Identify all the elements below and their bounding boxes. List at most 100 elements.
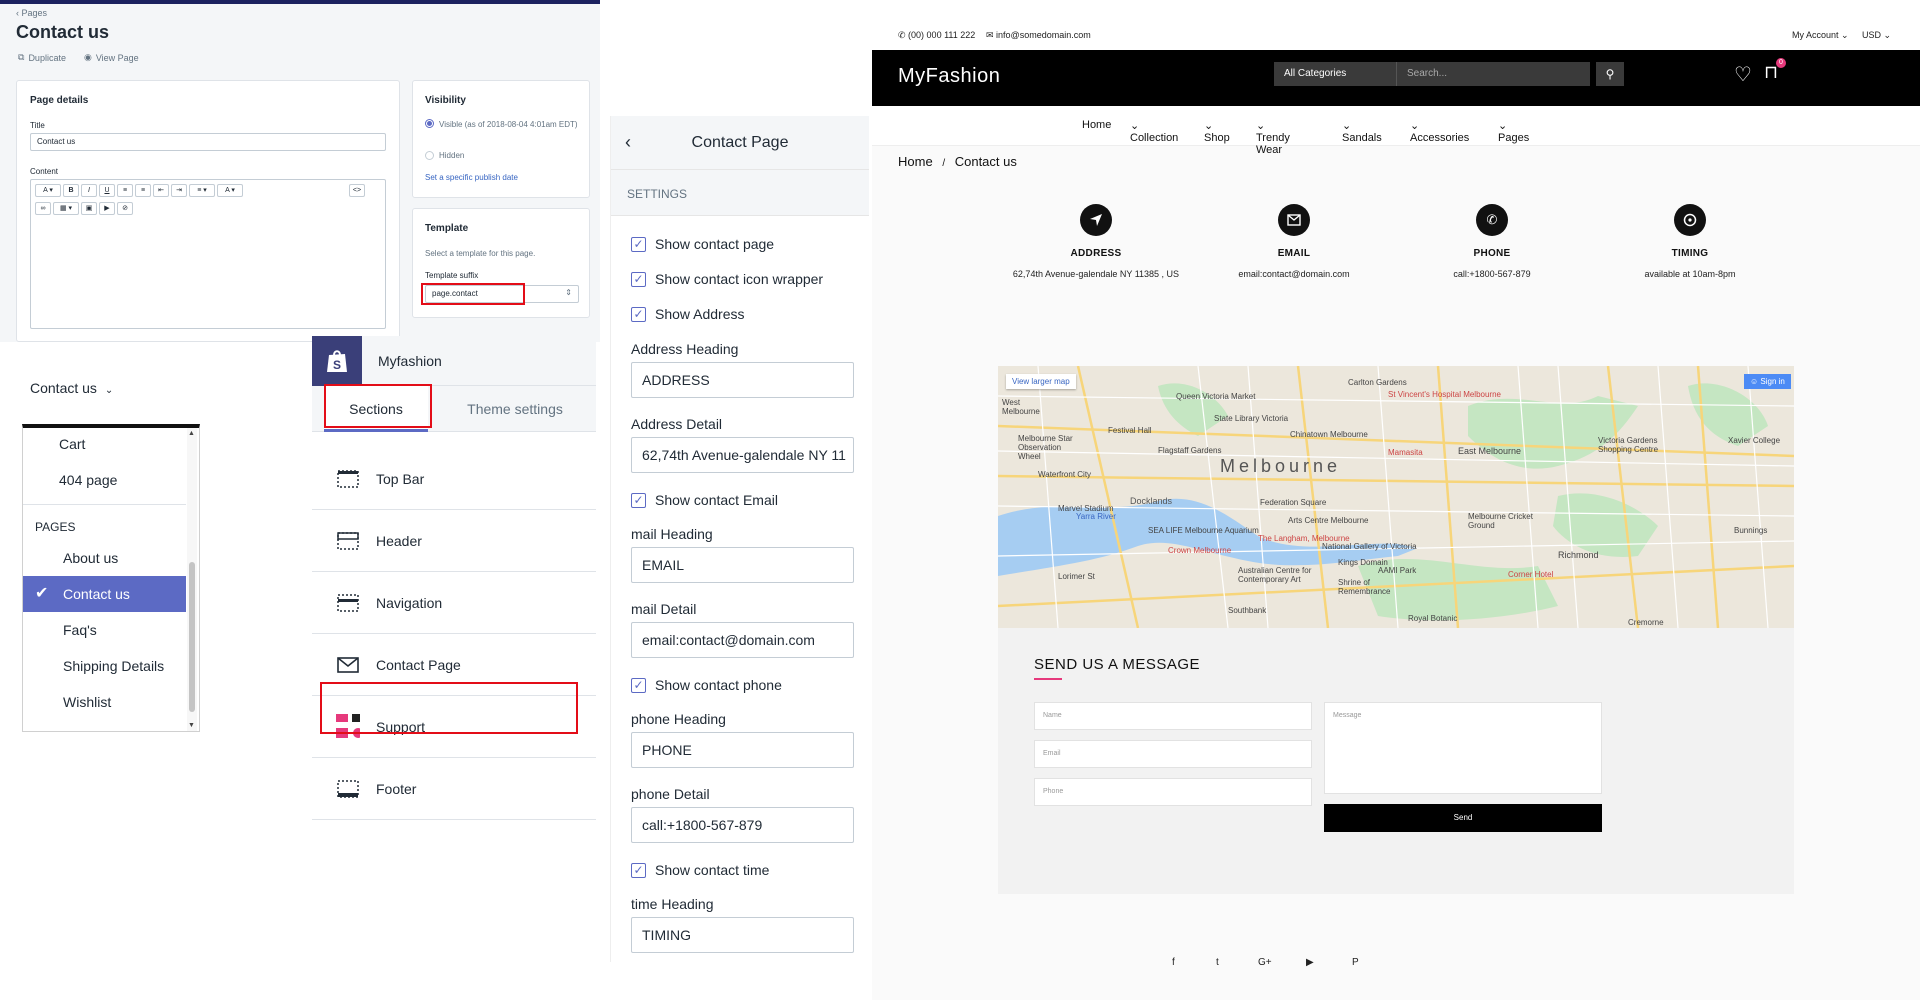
text-color-button[interactable]: A ▾ [217,184,243,197]
search-input[interactable]: Search... [1396,62,1590,86]
breadcrumb-pages[interactable]: ‹ Pages [16,8,47,18]
nav-trendy-wear-label: Trendy Wear [1256,132,1290,156]
youtube-icon[interactable]: ▶ [1306,957,1314,968]
nav-collection[interactable]: Collection ⌄ [1130,119,1178,144]
show-email-checkbox[interactable]: ✓ Show contact Email [631,492,778,508]
bullet-list-button[interactable]: ≡ [117,184,133,197]
view-larger-map-link[interactable]: View larger map [1006,374,1076,389]
visibility-card: Visibility Visible (as of 2018-08-04 4:0… [412,80,590,198]
contact-block-address: ADDRESS 62,74th Avenue-galendale NY 1138… [996,204,1196,281]
mail-heading-input[interactable]: EMAIL [631,547,854,583]
nav-sandals[interactable]: Sandals ⌄ [1342,119,1382,144]
send-button[interactable]: Send [1324,804,1602,832]
phone-detail-input[interactable]: call:+1800-567-879 [631,807,854,843]
twitter-icon[interactable]: t [1216,957,1219,968]
map-signin-button[interactable]: ☺ Sign in [1744,374,1791,389]
duplicate-button[interactable]: ⧉ Duplicate [18,52,66,63]
menu-item-shipping[interactable]: Shipping Details [23,648,186,684]
menu-item-wishlist[interactable]: Wishlist [23,684,186,720]
italic-button[interactable]: I [81,184,97,197]
scrollbar-thumb[interactable] [189,562,195,712]
map-label: Festival Hall [1108,426,1152,435]
visible-radio[interactable] [425,119,434,128]
menu-item-contact[interactable]: ✔ Contact us [23,576,186,612]
page-details-card: Page details Title Contact us Content A … [16,80,400,342]
envelope-icon [336,655,360,675]
bold-button[interactable]: B [63,184,79,197]
show-phone-checkbox[interactable]: ✓ Show contact phone [631,677,782,693]
checkbox-checked-icon: ✓ [631,492,646,508]
numbered-list-button[interactable]: ≡ [135,184,151,197]
show-time-label: Show contact time [655,862,770,878]
menu-item-faqs[interactable]: Faq's [23,612,186,648]
section-footer[interactable]: Footer [312,758,596,820]
scroll-up-icon[interactable]: ▲ [188,430,195,437]
clear-format-icon[interactable]: ⊘ [117,202,133,215]
nav-shop[interactable]: Shop ⌄ [1204,119,1230,144]
view-page-button[interactable]: ◉ View Page [84,52,139,63]
nav-trendy-wear[interactable]: Trendy Wear ⌄ [1256,119,1290,156]
breadcrumb-home[interactable]: Home [898,154,933,169]
show-icon-wrapper-checkbox[interactable]: ✓ Show contact icon wrapper [631,271,823,287]
duplicate-label: Duplicate [28,52,66,63]
link-icon[interactable]: ∞ [35,202,51,215]
publish-date-link[interactable]: Set a specific publish date [425,173,518,182]
brand-logo[interactable]: MyFashion [898,65,1000,88]
show-address-checkbox[interactable]: ✓ Show Address [631,306,745,322]
nav-pages[interactable]: Pages ⌄ [1498,119,1529,144]
table-button[interactable]: ▦ ▾ [53,202,79,215]
section-contact-page-label: Contact Page [376,656,461,673]
address-heading-input[interactable]: ADDRESS [631,362,854,398]
dropdown-scrollbar[interactable]: ▲ ▼ [187,428,197,731]
hidden-radio[interactable] [425,151,434,160]
section-top-bar[interactable]: Top Bar [312,448,596,510]
font-style-button[interactable]: A ▾ [35,184,61,197]
tab-theme-settings[interactable]: Theme settings [440,386,590,432]
html-toggle-button[interactable]: <> [349,184,365,197]
video-icon[interactable]: ▶ [99,202,115,215]
show-time-checkbox[interactable]: ✓ Show contact time [631,862,769,878]
pinterest-icon[interactable]: P [1352,957,1359,968]
message-textarea[interactable]: Message [1324,702,1602,794]
phone-icon: ✆ [1476,204,1508,236]
phone-heading: PHONE [1473,248,1511,259]
checkbox-checked-icon: ✓ [631,862,646,878]
menu-item-cart[interactable]: Cart [23,428,186,462]
underline-button[interactable]: U [99,184,115,197]
title-input[interactable]: Contact us [30,133,386,151]
menu-item-about[interactable]: About us [23,540,186,576]
page-selector-toggle[interactable]: Contact us ⌄ [30,380,113,396]
outdent-button[interactable]: ⇤ [153,184,169,197]
address-detail-input[interactable]: 62,74th Avenue-galendale NY 11 [631,437,854,473]
indent-button[interactable]: ⇥ [171,184,187,197]
image-icon[interactable]: ▣ [81,202,97,215]
currency-selector[interactable]: USD ⌄ [1862,30,1891,41]
facebook-icon[interactable]: f [1172,957,1175,968]
address-heading-label: Address Heading [631,341,739,357]
phone-input[interactable]: Phone [1034,778,1312,806]
scroll-down-icon[interactable]: ▼ [188,722,195,729]
checkbox-checked-icon: ✓ [631,271,646,287]
align-button[interactable]: ≡ ▾ [189,184,215,197]
nav-accessories[interactable]: Accessories ⌄ [1410,119,1469,144]
google-map[interactable]: View larger map ☺ Sign in Melbourne Carl… [998,366,1794,628]
google-plus-icon[interactable]: G+ [1258,957,1272,968]
mail-detail-input[interactable]: email:contact@domain.com [631,622,854,658]
heart-icon[interactable]: ♡ [1734,62,1752,87]
visibility-heading: Visibility [425,95,466,106]
nav-home[interactable]: Home [1082,119,1111,131]
show-contact-page-label: Show contact page [655,236,775,252]
phone-heading-input[interactable]: PHONE [631,732,854,768]
main-header: MyFashion All Categories ⌄ Search... ⚲ ♡… [872,50,1920,106]
content-editor[interactable]: A ▾ B I U ≡ ≡ ⇤ ⇥ ≡ ▾ A ▾ <> ∞ ▦ ▾ ▣ ▶ ⊘ [30,179,386,329]
time-heading-input[interactable]: TIMING [631,917,854,953]
envelope-icon: ✉ [986,30,997,40]
address-detail: 62,74th Avenue-galendale NY 11385 , US [1012,269,1180,279]
my-account-menu[interactable]: My Account ⌄ [1792,30,1849,41]
name-input[interactable]: Name [1034,702,1312,730]
show-contact-page-checkbox[interactable]: ✓ Show contact page [631,236,774,252]
map-label: Docklands [1130,496,1173,506]
menu-item-404[interactable]: 404 page [23,462,186,498]
search-icon[interactable]: ⚲ [1596,62,1624,86]
email-input[interactable]: Email [1034,740,1312,768]
